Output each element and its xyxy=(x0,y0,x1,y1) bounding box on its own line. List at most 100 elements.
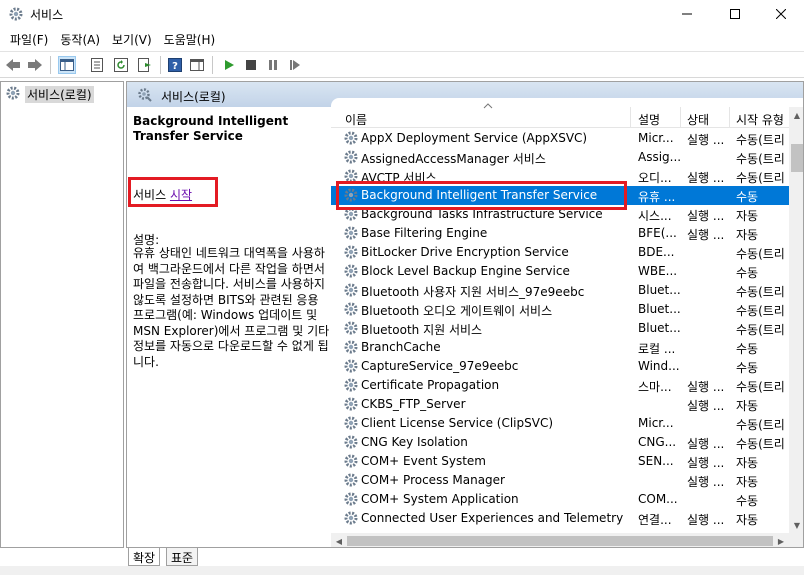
service-status-cell: 실행 ... xyxy=(687,171,725,185)
table-row[interactable]: CKBS_FTP_Server 실행 ... 자동 xyxy=(331,395,789,414)
menu-help[interactable]: 도움말(H) xyxy=(158,31,222,48)
service-startup-cell: 수동 xyxy=(736,190,759,204)
export-list-icon[interactable] xyxy=(136,56,154,74)
service-gear-icon xyxy=(343,263,359,279)
service-status-cell: 실행 ... xyxy=(687,513,725,527)
service-name-cell: AssignedAccessManager 서비스 xyxy=(361,152,546,166)
menu-action[interactable]: 동작(A) xyxy=(54,31,106,48)
service-description-cell: Bluet... xyxy=(638,321,681,335)
close-button[interactable] xyxy=(758,0,804,28)
table-row[interactable]: BitLocker Drive Encryption Service BDE...… xyxy=(331,243,789,262)
table-row[interactable]: Bluetooth 지원 서비스 Bluet... 수동(트리 xyxy=(331,319,789,338)
start-service-link[interactable]: 시작 xyxy=(170,188,192,202)
show-action-pane-icon[interactable] xyxy=(188,56,206,74)
scroll-right-icon[interactable]: ▶ xyxy=(773,533,789,547)
pause-service-icon[interactable] xyxy=(264,56,282,74)
service-gear-icon xyxy=(343,472,359,488)
table-row[interactable]: Client License Service (ClipSVC) Micr... 수… xyxy=(331,414,789,433)
table-row[interactable]: COM+ System Application COM... 수동 xyxy=(331,490,789,509)
table-row[interactable]: Certificate Propagation 스마... 실행 ... 수동(트리 xyxy=(331,376,789,395)
column-name[interactable]: 이름 xyxy=(345,111,367,128)
service-name-cell: BranchCache xyxy=(361,340,441,354)
scroll-left-icon[interactable]: ◀ xyxy=(331,533,347,547)
service-startup-cell: 수동(트리 xyxy=(736,152,785,166)
service-gear-icon xyxy=(343,244,359,260)
service-description-cell: 유휴 ... xyxy=(638,190,676,204)
restart-service-icon[interactable] xyxy=(286,56,304,74)
service-name-cell: COM+ Event System xyxy=(361,454,486,468)
refresh-icon[interactable] xyxy=(112,56,130,74)
table-row[interactable]: AppX Deployment Service (AppXSVC) Micr...… xyxy=(331,129,789,148)
vertical-scroll-thumb[interactable] xyxy=(791,144,803,172)
back-arrow-icon[interactable] xyxy=(4,56,22,74)
tab-standard[interactable]: 표준 xyxy=(166,548,199,566)
service-name-cell: Bluetooth 사용자 지원 서비스_97e9eebc xyxy=(361,285,585,299)
column-divider[interactable] xyxy=(729,107,730,128)
forward-arrow-icon[interactable] xyxy=(26,56,44,74)
column-status[interactable]: 상태 xyxy=(687,111,709,128)
properties-sheet-icon[interactable] xyxy=(88,56,106,74)
service-name-cell: AppX Deployment Service (AppXSVC) xyxy=(361,131,588,145)
help-icon[interactable]: ? xyxy=(166,56,184,74)
menu-view[interactable]: 보기(V) xyxy=(106,31,158,48)
service-gear-icon xyxy=(343,358,359,374)
scroll-up-icon[interactable]: ▲ xyxy=(789,107,803,123)
service-startup-cell: 수동(트리 xyxy=(736,304,785,318)
stop-service-icon[interactable] xyxy=(242,56,260,74)
service-startup-cell: 자동 xyxy=(736,475,759,489)
service-description-cell: Wind... xyxy=(638,359,680,373)
service-name-cell: Base Filtering Engine xyxy=(361,226,488,240)
service-gear-icon xyxy=(343,339,359,355)
show-hide-console-tree-icon[interactable] xyxy=(58,56,76,74)
service-startup-cell: 자동 xyxy=(736,456,759,470)
table-row[interactable]: Bluetooth 오디오 게이트웨이 서비스 Bluet... 수동(트리 xyxy=(331,300,789,319)
svg-text:?: ? xyxy=(172,61,178,72)
scroll-down-icon[interactable]: ▼ xyxy=(789,517,803,533)
table-row[interactable]: Connected User Experiences and Telemetry… xyxy=(331,509,789,528)
table-row[interactable]: COM+ Event System SEN... 실행 ... 자동 xyxy=(331,452,789,471)
status-bar xyxy=(0,566,804,575)
magnifier-gear-icon xyxy=(137,87,153,106)
scrollbar-corner xyxy=(789,533,803,547)
horizontal-scroll-thumb[interactable] xyxy=(347,536,773,546)
header-notch xyxy=(331,98,803,107)
toolbar-separator xyxy=(212,56,213,74)
table-row[interactable]: Background Tasks Infrastructure Service 시… xyxy=(331,205,789,224)
minimize-button[interactable] xyxy=(664,0,710,28)
column-description[interactable]: 설명 xyxy=(638,111,660,128)
table-row[interactable]: AVCTP 서비스 오디... 실행 ... 수동(트리 xyxy=(331,167,789,186)
start-service-icon[interactable] xyxy=(220,56,238,74)
column-divider[interactable] xyxy=(680,107,681,128)
column-divider[interactable] xyxy=(630,107,631,128)
table-row[interactable]: CNG Key Isolation CNG... 실행 ... 수동(트리 xyxy=(331,433,789,452)
table-row[interactable]: COM+ Process Manager 실행 ... 자동 xyxy=(331,471,789,490)
table-row-selected[interactable]: Background Intelligent Transfer Service 유… xyxy=(331,186,789,205)
service-gear-icon xyxy=(343,168,359,184)
service-name-cell: CaptureService_97e9eebc xyxy=(361,359,519,373)
service-name-cell: BitLocker Drive Encryption Service xyxy=(361,245,569,259)
vertical-scrollbar[interactable]: ▲ ▼ xyxy=(789,107,803,533)
tab-extended[interactable]: 확장 xyxy=(128,548,161,566)
table-row[interactable]: BranchCache 로컬 ... 수동 xyxy=(331,338,789,357)
service-name-cell: COM+ System Application xyxy=(361,492,519,506)
maximize-button[interactable] xyxy=(712,0,758,28)
table-row[interactable]: AssignedAccessManager 서비스 Assig... 수동(트리 xyxy=(331,148,789,167)
table-row[interactable]: Bluetooth 사용자 지원 서비스_97e9eebc Bluet... 수동(… xyxy=(331,281,789,300)
service-name-cell: CKBS_FTP_Server xyxy=(361,397,466,411)
table-row[interactable]: CaptureService_97e9eebc Wind... 수동 xyxy=(331,357,789,376)
service-name-cell: Certificate Propagation xyxy=(361,378,500,392)
tree-item-services-local[interactable]: 서비스(로컬) xyxy=(5,85,94,104)
menu-file[interactable]: 파일(F) xyxy=(4,31,54,48)
table-row[interactable]: Base Filtering Engine BFE(... 실행 ... 자동 xyxy=(331,224,789,243)
service-description-cell: BFE(... xyxy=(638,226,677,240)
service-startup-cell: 수동(트리 xyxy=(736,285,785,299)
service-startup-cell: 자동 xyxy=(736,399,759,413)
service-description-cell: Bluet... xyxy=(638,283,681,297)
column-startup-type[interactable]: 시작 유형 xyxy=(736,111,784,128)
service-name-cell: Client License Service (ClipSVC) xyxy=(361,416,554,430)
view-tabs: 확장 표준 xyxy=(126,548,804,566)
horizontal-scrollbar[interactable]: ◀ ▶ xyxy=(331,533,789,547)
service-gear-icon xyxy=(343,282,359,298)
table-row[interactable]: Block Level Backup Engine Service WBE... 수… xyxy=(331,262,789,281)
window-title: 서비스 xyxy=(30,8,64,22)
